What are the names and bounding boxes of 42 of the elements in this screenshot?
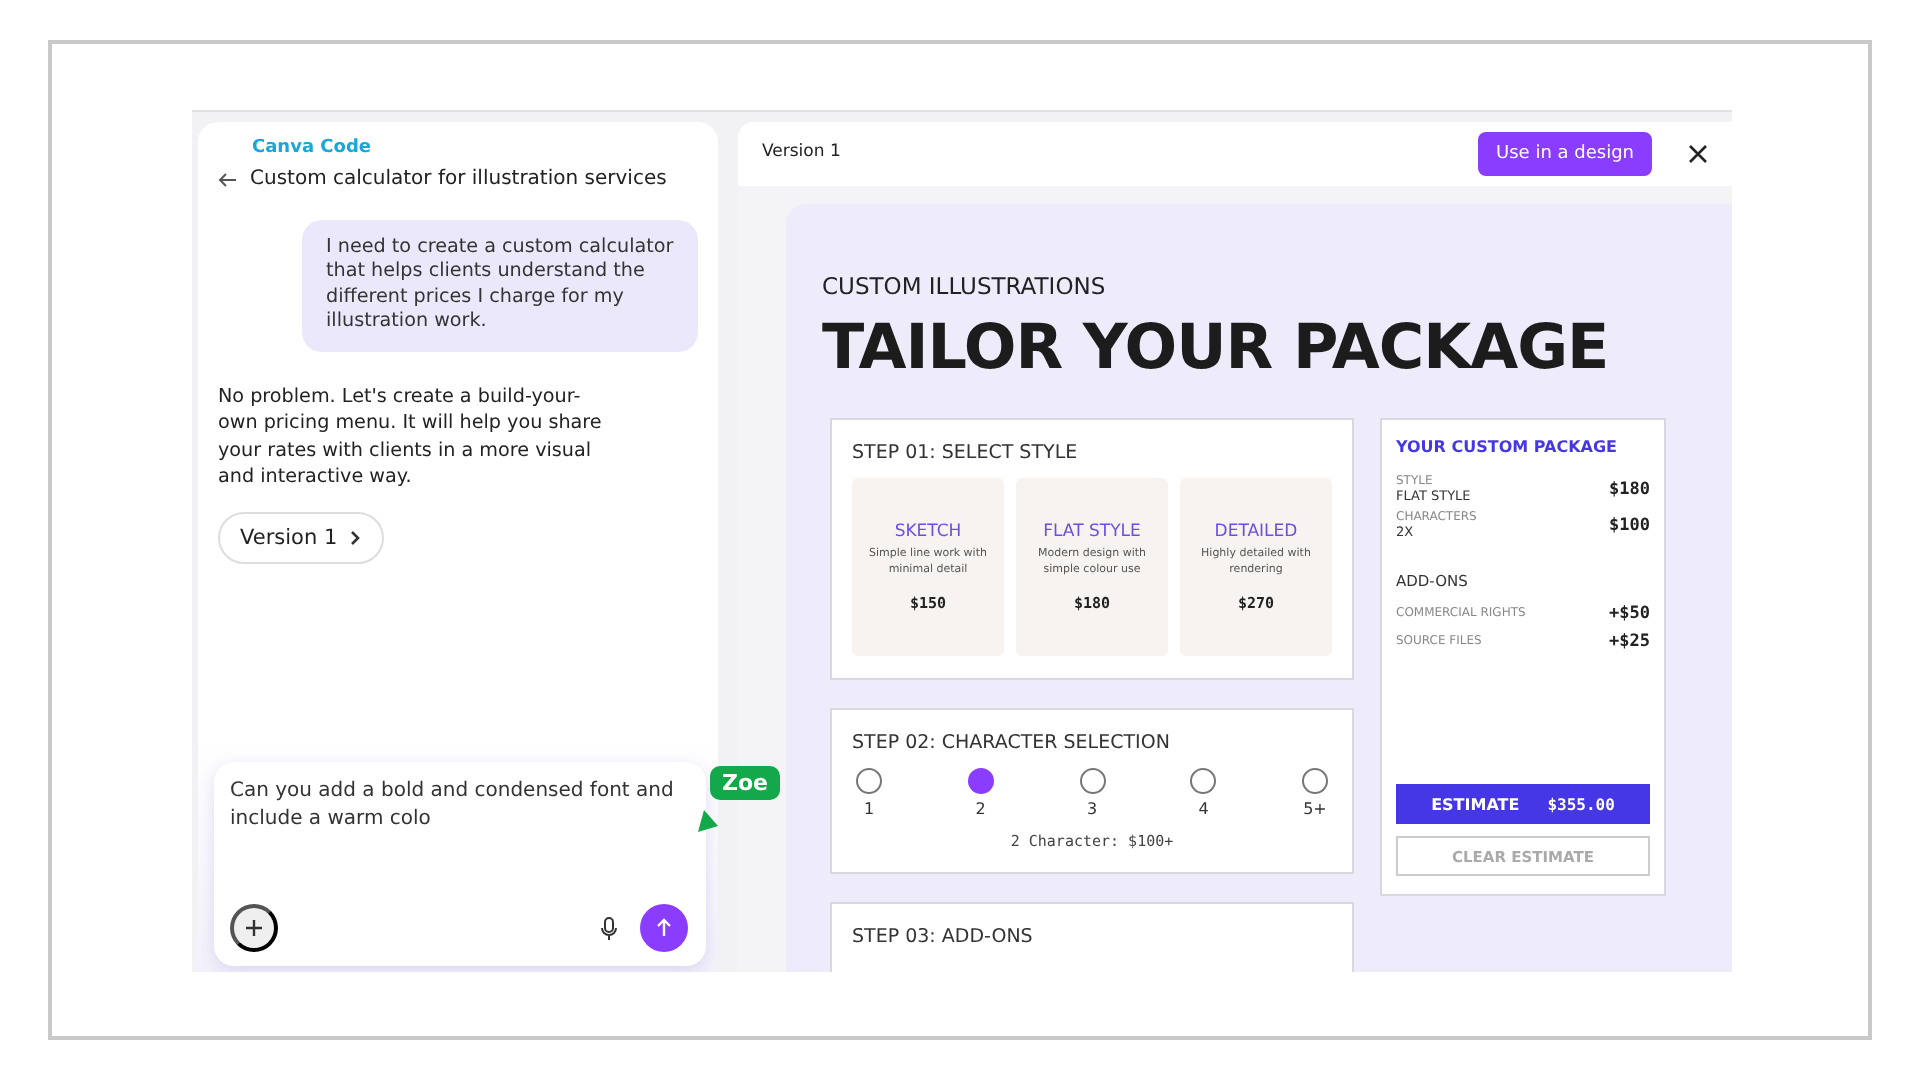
- arrow-up-icon: [654, 918, 674, 938]
- step-title: STEP 02: CHARACTER SELECTION: [852, 732, 1172, 754]
- close-icon[interactable]: [1688, 144, 1708, 164]
- chat-title: Custom calculator for illustration services: [250, 166, 667, 192]
- collaborator-label: Zoe: [710, 766, 780, 800]
- addon-price: +$50: [1609, 603, 1650, 624]
- radio-label: 2: [975, 800, 986, 821]
- line-price: $180: [1609, 480, 1650, 501]
- radio-button[interactable]: [856, 768, 882, 794]
- eyebrow-text: CUSTOM ILLUSTRATIONS: [822, 272, 1108, 300]
- back-icon[interactable]: [218, 169, 238, 189]
- microphone-icon[interactable]: [600, 916, 618, 942]
- use-in-design-button[interactable]: Use in a design: [1478, 132, 1652, 176]
- radio-label: 3: [1086, 800, 1098, 821]
- estimate-bar: ESTIMATE $355.00: [1396, 784, 1650, 824]
- send-button[interactable]: [640, 904, 688, 952]
- radio-button[interactable]: [1190, 768, 1217, 794]
- radio-label: 1: [863, 800, 875, 821]
- version-chip[interactable]: Version 1: [218, 511, 384, 564]
- cursor-icon: [698, 810, 718, 832]
- addon-price: +$25: [1609, 631, 1650, 652]
- radio-label: 4: [1198, 800, 1209, 821]
- style-name: DETAILED: [1214, 522, 1298, 545]
- add-button[interactable]: [230, 904, 278, 952]
- preview-title: Version 1: [762, 142, 841, 166]
- user-message: I need to create a custom calculator that helps clients understand the different prices I charge for my illustration work.: [302, 220, 698, 352]
- plus-icon: [244, 918, 264, 938]
- style-name: FLAT STYLE: [1043, 522, 1141, 545]
- prompt-field[interactable]: Can you add a bold and condensed font and include a warm colo: [214, 762, 706, 966]
- radio-button[interactable]: [1302, 768, 1328, 794]
- radio-label: 5+: [1303, 800, 1327, 821]
- package-title: YOUR CUSTOM PACKAGE: [1396, 438, 1619, 459]
- radio-button[interactable]: [967, 768, 994, 794]
- radio-button[interactable]: [1079, 768, 1105, 794]
- chevron-icon: [349, 529, 362, 546]
- step-title: STEP 03: ADD-ONS: [852, 926, 1035, 949]
- style-name: SKETCH: [894, 522, 962, 545]
- step-title: STEP 01: SELECT STYLE: [852, 442, 1080, 464]
- brand-label: Canva Code: [250, 138, 373, 158]
- line-price: $100: [1609, 515, 1650, 536]
- assistant-message: No problem. Let's create a build-your-own pricing menu. It will help you share your rates with clients in a more visual and interactive way.: [218, 383, 602, 492]
- headline: TAILOR YOUR PACKAGE: [822, 312, 1611, 384]
